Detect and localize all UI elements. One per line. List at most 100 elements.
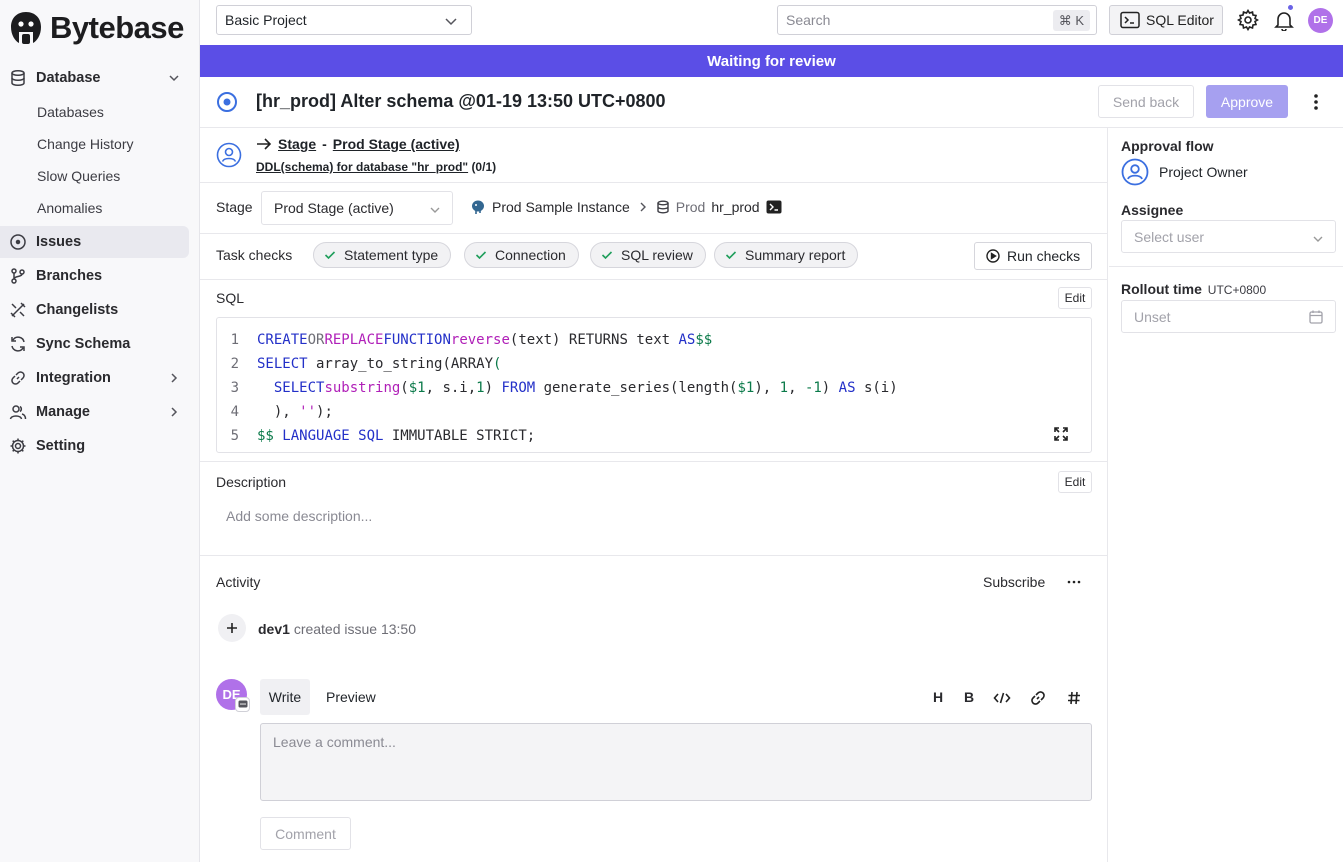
bell-icon[interactable] [1273,9,1295,31]
sidebar-item-setting[interactable]: Setting [0,430,189,462]
issue-circle-icon [10,234,26,250]
sidebar-item-changelists[interactable]: Changelists [0,294,189,326]
terminal-icon[interactable] [766,199,782,215]
line-number: 3 [230,380,239,396]
bold-button[interactable]: B [964,689,974,705]
sidebar-item-label: Branches [36,268,103,284]
task-count: (0/1) [471,160,497,174]
expand-icon[interactable] [1053,426,1069,442]
line-number: 4 [230,404,239,420]
chevron-right-icon [640,202,646,212]
sidebar-subitem-change-history[interactable]: Change History [0,128,200,160]
activity-user[interactable]: dev1 [258,621,290,637]
calendar-icon [1309,310,1323,324]
assignee-label: Assignee [1121,202,1184,218]
sidebar-subitem-slow-queries[interactable]: Slow Queries [0,160,200,192]
sidebar: Bytebase Database Databases Change Histo… [0,0,200,862]
stage-select[interactable]: Prod Stage (active) [261,191,453,225]
link-icon[interactable] [1030,690,1046,706]
instance-name[interactable]: Prod Sample Instance [492,199,630,215]
approval-step: Project Owner [1121,158,1248,186]
assignee-placeholder: Select user [1134,228,1205,245]
sql-edit-button[interactable]: Edit [1058,287,1092,309]
top-header: Basic Project Search ⌘ K SQL Editor DE [200,0,1343,44]
check-chip-sql-review[interactable]: SQL review [590,242,706,268]
sidebar-item-database[interactable]: Database [0,62,189,94]
check-icon [601,251,613,260]
heading-button[interactable]: H [933,689,943,705]
project-select[interactable]: Basic Project [216,5,472,35]
issue-main: Stage - Prod Stage (active) DDL(schema) … [200,128,1108,862]
sidebar-item-sync-schema[interactable]: Sync Schema [0,328,189,360]
comment-button[interactable]: Comment [260,817,351,850]
task-checks-row: Task checks Statement type Connection SQ… [200,234,1108,280]
line-number: 1 [230,332,239,348]
user-circle-icon [1121,158,1149,186]
bytebase-logo-icon [11,12,41,44]
stage-word[interactable]: Stage [278,136,316,152]
assignee-select[interactable]: Select user [1121,220,1336,253]
more-vertical-icon[interactable] [1308,92,1324,112]
logo[interactable]: Bytebase [8,10,184,46]
issue-title[interactable]: [hr_prod] Alter schema @01-19 13:50 UTC+… [256,91,666,112]
search-input[interactable]: Search ⌘ K [777,5,1097,35]
run-checks-label: Run checks [1007,248,1081,264]
sql-code-editor[interactable]: 1 CREATE OR REPLACE FUNCTION reverse (text… [216,317,1092,453]
chevron-right-icon [171,373,178,383]
project-select-value: Basic Project [225,12,307,28]
check-chip-connection[interactable]: Connection [464,242,579,268]
more-horizontal-icon[interactable] [1066,574,1082,590]
comment-textarea[interactable]: Leave a comment... [260,723,1092,801]
stage-name[interactable]: Prod Stage (active) [333,136,460,152]
line-number: 2 [230,356,239,372]
tab-write[interactable]: Write [260,679,310,715]
notification-dot [1287,4,1294,11]
chevron-down-icon [430,207,440,213]
status-banner: Waiting for review [200,45,1343,77]
approver-name: Project Owner [1159,164,1248,180]
sidebar-subitem-anomalies[interactable]: Anomalies [0,192,200,224]
description-placeholder[interactable]: Add some description... [226,508,372,524]
hash-icon[interactable] [1066,690,1082,706]
sql-editor-button[interactable]: SQL Editor [1109,5,1223,35]
task-checks-label: Task checks [216,247,293,263]
sidebar-subitem-databases[interactable]: Databases [0,96,200,128]
sidebar-item-issues[interactable]: Issues [0,226,189,258]
stage-header: Stage - Prod Stage (active) DDL(schema) … [200,128,1108,183]
tab-preview[interactable]: Preview [326,689,376,705]
gear-icon[interactable] [1237,9,1259,31]
stage-dash: - [322,136,327,152]
changelist-icon [10,302,26,318]
approve-button[interactable]: Approve [1206,85,1288,118]
subscribe-button[interactable]: Subscribe [983,574,1045,590]
rollout-time-picker[interactable]: Unset [1121,300,1336,333]
check-chip-statement-type[interactable]: Statement type [313,242,452,268]
check-chip-summary-report[interactable]: Summary report [714,242,859,268]
activity-event-text: created issue 13:50 [293,621,417,637]
sidebar-item-label: Changelists [36,302,119,318]
sidebar-item-label: Database [36,70,101,86]
chevron-right-icon [171,407,178,417]
sidebar-item-integration[interactable]: Integration [0,362,189,394]
sidebar-item-branches[interactable]: Branches [0,260,189,292]
database-icon [11,69,25,87]
code-line: 3 SELECT substring($1, s.i, 1) FROM gener… [217,376,1091,400]
chip-label: Statement type [344,247,439,263]
sidebar-nav: Database Databases Change History Slow Q… [0,60,200,464]
database-name[interactable]: hr_prod [711,199,759,215]
divider [1109,266,1343,267]
activity-event: dev1 created issue 13:50 [258,621,416,637]
rollout-time-label: Rollout time UTC+0800 [1121,281,1266,297]
chip-label: Connection [495,247,566,263]
instance-path: Prod Sample Instance Prod hr_prod [470,199,782,215]
code-icon[interactable] [993,690,1011,706]
send-back-button[interactable]: Send back [1098,85,1194,118]
run-checks-button[interactable]: Run checks [974,242,1092,270]
description-edit-button[interactable]: Edit [1058,471,1092,493]
sidebar-item-label: Issues [36,234,82,250]
sidebar-item-manage[interactable]: Manage [0,396,189,428]
branch-icon [11,268,25,284]
avatar[interactable]: DE [1308,8,1333,33]
search-placeholder: Search [786,12,831,28]
task-link[interactable]: DDL(schema) for database "hr_prod" [256,160,468,174]
